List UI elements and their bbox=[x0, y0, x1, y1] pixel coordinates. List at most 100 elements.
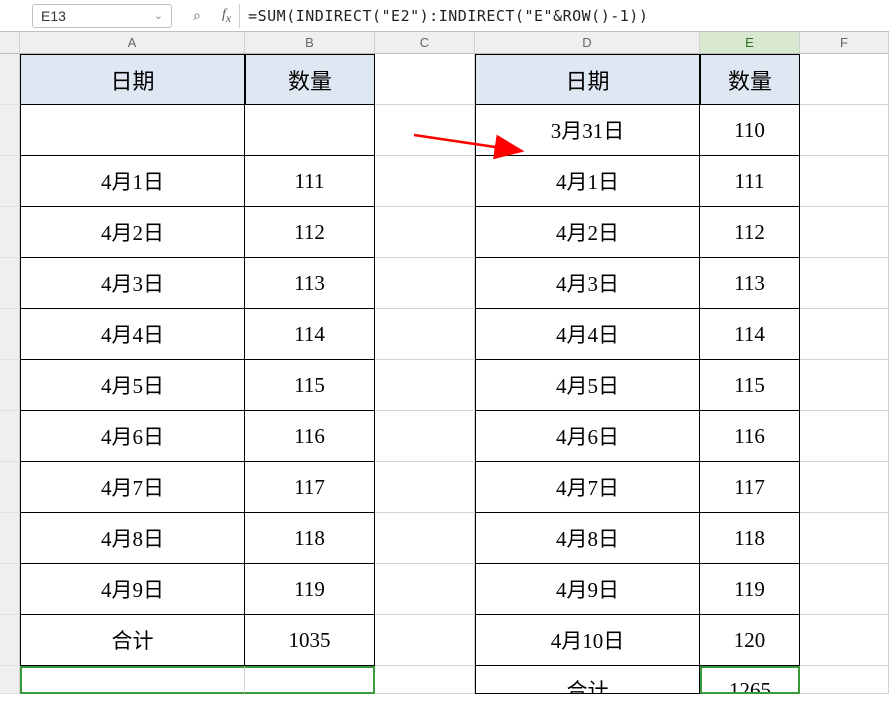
select-all-corner[interactable] bbox=[0, 32, 20, 53]
cell-empty[interactable] bbox=[375, 309, 475, 360]
row-gutter[interactable] bbox=[0, 207, 20, 258]
cell-empty[interactable] bbox=[375, 156, 475, 207]
name-box[interactable]: E13 ⌄ bbox=[32, 4, 172, 28]
cell-qty-right[interactable]: 110 bbox=[700, 105, 800, 156]
cell-empty[interactable] bbox=[375, 462, 475, 513]
row-gutter[interactable] bbox=[0, 309, 20, 360]
header-cell-date-left[interactable]: 日期 bbox=[20, 54, 245, 105]
cell-empty[interactable] bbox=[800, 615, 889, 666]
cell-date-right[interactable]: 4月2日 bbox=[475, 207, 700, 258]
cell-empty[interactable] bbox=[800, 156, 889, 207]
cell-qty-right[interactable]: 113 bbox=[700, 258, 800, 309]
cell-qty-left[interactable]: 115 bbox=[245, 360, 375, 411]
cell-qty-left[interactable]: 113 bbox=[245, 258, 375, 309]
cell-date-left[interactable]: 4月2日 bbox=[20, 207, 245, 258]
cell-qty-right[interactable]: 112 bbox=[700, 207, 800, 258]
header-cell-qty-right[interactable]: 数量 bbox=[700, 54, 800, 105]
cell-date-left[interactable]: 4月8日 bbox=[20, 513, 245, 564]
cell-empty[interactable] bbox=[375, 411, 475, 462]
cell-qty-right[interactable]: 120 bbox=[700, 615, 800, 666]
cell-qty-right[interactable]: 118 bbox=[700, 513, 800, 564]
cell-empty[interactable] bbox=[800, 513, 889, 564]
cell-date-right[interactable]: 4月7日 bbox=[475, 462, 700, 513]
fx-icon[interactable]: fx bbox=[222, 7, 231, 25]
row-gutter[interactable] bbox=[0, 54, 20, 105]
row-gutter[interactable] bbox=[0, 156, 20, 207]
col-header-A[interactable]: A bbox=[20, 32, 245, 53]
row-gutter[interactable] bbox=[0, 513, 20, 564]
spreadsheet-grid[interactable]: 日期数量日期数量3月31日1104月1日1114月1日1114月2日1124月2… bbox=[0, 54, 889, 701]
cell-empty[interactable] bbox=[800, 258, 889, 309]
cell-empty[interactable] bbox=[375, 360, 475, 411]
cell-qty-left[interactable] bbox=[245, 105, 375, 156]
cell-empty[interactable] bbox=[800, 105, 889, 156]
col-header-E[interactable]: E bbox=[700, 32, 800, 53]
cell-date-left[interactable]: 4月5日 bbox=[20, 360, 245, 411]
cell-qty-left[interactable]: 114 bbox=[245, 309, 375, 360]
cell-qty-right[interactable]: 116 bbox=[700, 411, 800, 462]
row-gutter[interactable] bbox=[0, 615, 20, 666]
cell-empty[interactable] bbox=[800, 411, 889, 462]
cell-qty-right[interactable]: 115 bbox=[700, 360, 800, 411]
zoom-out-icon[interactable]: ⌕ bbox=[193, 7, 201, 24]
row-gutter[interactable] bbox=[0, 258, 20, 309]
cell-empty[interactable] bbox=[375, 54, 475, 105]
cell-empty[interactable] bbox=[800, 54, 889, 105]
cell-date-right[interactable]: 4月8日 bbox=[475, 513, 700, 564]
cell-qty-left[interactable]: 116 bbox=[245, 411, 375, 462]
cell-qty-left[interactable]: 111 bbox=[245, 156, 375, 207]
cell-date-left[interactable]: 4月3日 bbox=[20, 258, 245, 309]
header-cell-date-right[interactable]: 日期 bbox=[475, 54, 700, 105]
cell-empty[interactable] bbox=[800, 360, 889, 411]
cell-date-left[interactable]: 4月7日 bbox=[20, 462, 245, 513]
cell-qty-left[interactable]: 112 bbox=[245, 207, 375, 258]
cell-date-right[interactable]: 4月3日 bbox=[475, 258, 700, 309]
cell-date-right[interactable]: 4月9日 bbox=[475, 564, 700, 615]
header-cell-qty-left[interactable]: 数量 bbox=[245, 54, 375, 105]
cell-below-total-left-b[interactable] bbox=[245, 666, 375, 694]
cell-date-right[interactable]: 4月1日 bbox=[475, 156, 700, 207]
row-gutter[interactable] bbox=[0, 564, 20, 615]
cell-qty-left[interactable]: 119 bbox=[245, 564, 375, 615]
cell-empty[interactable] bbox=[800, 666, 889, 694]
cell-qty-left[interactable]: 1035 bbox=[245, 615, 375, 666]
cell-qty-left[interactable]: 118 bbox=[245, 513, 375, 564]
cell-qty-left[interactable]: 117 bbox=[245, 462, 375, 513]
cell-date-right[interactable]: 3月31日 bbox=[475, 105, 700, 156]
cell-empty[interactable] bbox=[375, 564, 475, 615]
col-header-B[interactable]: B bbox=[245, 32, 375, 53]
cell-empty[interactable] bbox=[375, 513, 475, 564]
cell-empty[interactable] bbox=[800, 309, 889, 360]
cell-total-date-right[interactable]: 合计 bbox=[475, 666, 700, 694]
cell-empty[interactable] bbox=[375, 105, 475, 156]
chevron-down-icon[interactable]: ⌄ bbox=[154, 9, 163, 22]
cell-qty-right[interactable]: 117 bbox=[700, 462, 800, 513]
cell-date-left[interactable]: 合计 bbox=[20, 615, 245, 666]
cell-qty-right[interactable]: 119 bbox=[700, 564, 800, 615]
formula-input[interactable] bbox=[239, 4, 889, 28]
cell-date-left[interactable] bbox=[20, 105, 245, 156]
cell-qty-right[interactable]: 114 bbox=[700, 309, 800, 360]
cell-date-left[interactable]: 4月6日 bbox=[20, 411, 245, 462]
cell-date-left[interactable]: 4月4日 bbox=[20, 309, 245, 360]
cell-date-right[interactable]: 4月10日 bbox=[475, 615, 700, 666]
col-header-F[interactable]: F bbox=[800, 32, 889, 53]
cell-empty[interactable] bbox=[375, 207, 475, 258]
col-header-D[interactable]: D bbox=[475, 32, 700, 53]
cell-empty[interactable] bbox=[800, 462, 889, 513]
cell-date-left[interactable]: 4月9日 bbox=[20, 564, 245, 615]
cell-date-right[interactable]: 4月6日 bbox=[475, 411, 700, 462]
row-gutter[interactable] bbox=[0, 666, 20, 694]
row-gutter[interactable] bbox=[0, 411, 20, 462]
cell-empty[interactable] bbox=[375, 615, 475, 666]
cell-date-right[interactable]: 4月4日 bbox=[475, 309, 700, 360]
cell-date-right[interactable]: 4月5日 bbox=[475, 360, 700, 411]
cell-empty[interactable] bbox=[800, 207, 889, 258]
row-gutter[interactable] bbox=[0, 105, 20, 156]
cell-below-total-left[interactable] bbox=[20, 666, 245, 694]
cell-empty[interactable] bbox=[375, 258, 475, 309]
col-header-C[interactable]: C bbox=[375, 32, 475, 53]
cell-qty-right[interactable]: 111 bbox=[700, 156, 800, 207]
cell-total-qty-right[interactable]: 1265 bbox=[700, 666, 800, 694]
cell-date-left[interactable]: 4月1日 bbox=[20, 156, 245, 207]
